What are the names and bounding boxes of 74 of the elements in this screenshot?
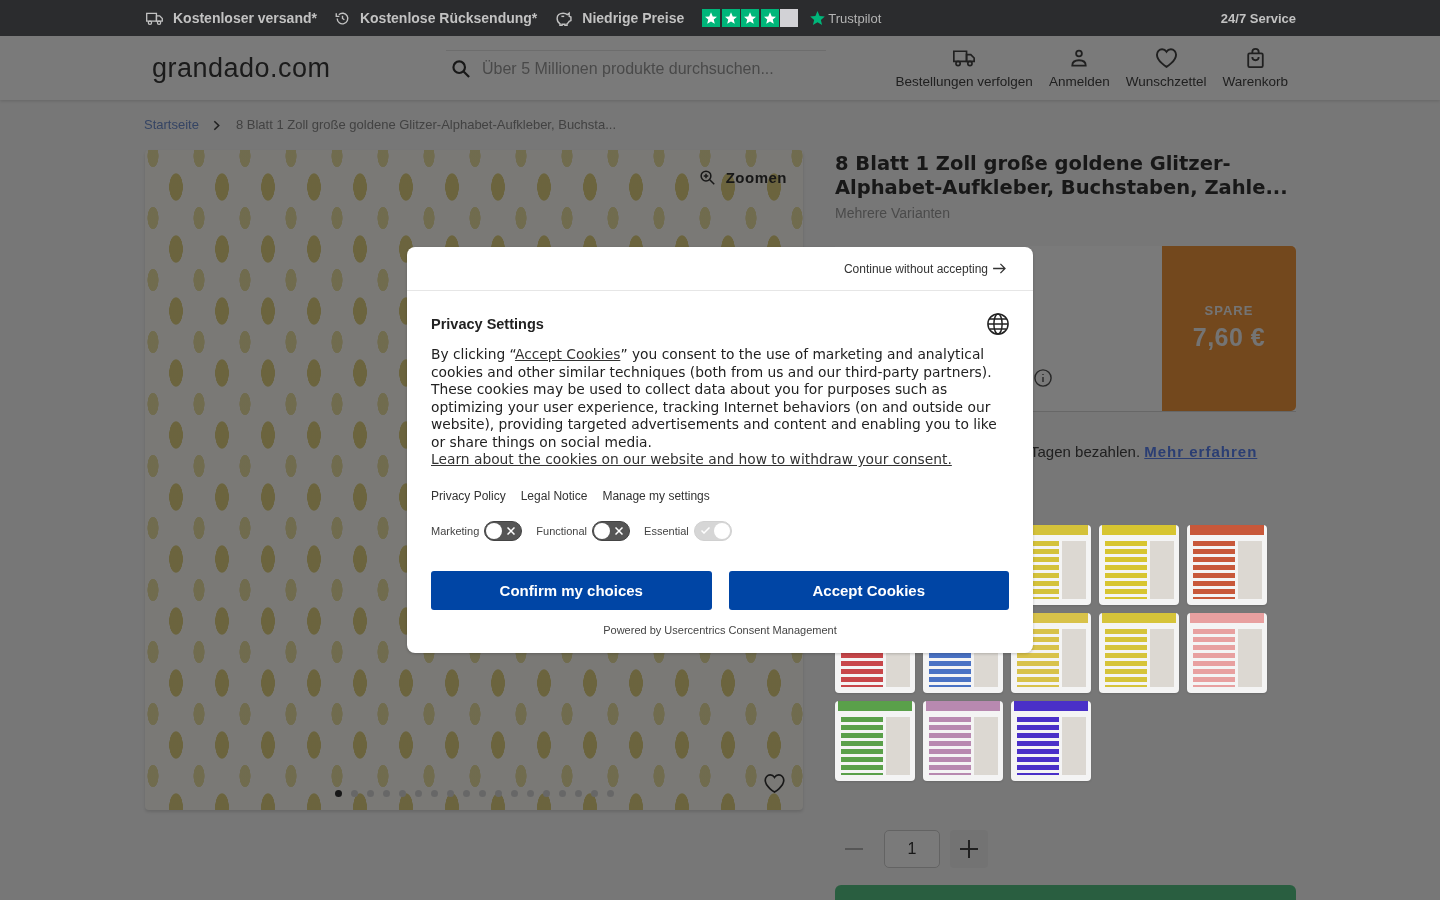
perk-label: Kostenlose Rücksendung* [359, 10, 538, 26]
clock-arrow-icon [334, 10, 350, 26]
carousel-dot-icon[interactable] [350, 790, 358, 797]
shopping-bag-icon [1246, 47, 1264, 68]
star-icon [810, 11, 826, 25]
track-orders-link[interactable]: Bestellungen verfolgen [887, 47, 1041, 89]
toggle-switch[interactable] [484, 520, 523, 541]
rating-star-icon [702, 9, 721, 27]
variant-thumbnail[interactable] [1011, 701, 1091, 781]
toggle-label: Essential [644, 524, 689, 537]
perk-label: Niedrige Preise [582, 10, 685, 26]
zoom-button[interactable]: Zoomen [699, 167, 787, 188]
cart-link[interactable]: Warenkorb [1214, 47, 1296, 89]
login-link[interactable]: Anmelden [1040, 47, 1118, 89]
piggy-bank-icon [555, 10, 573, 26]
perk-label: Kostenloser versand* [173, 10, 317, 26]
variant-thumbnail[interactable] [835, 701, 915, 781]
chevron-right-icon [212, 119, 220, 131]
heart-icon [1155, 47, 1177, 68]
dialog-link[interactable]: Legal Notice [520, 488, 588, 503]
check-icon [700, 527, 710, 534]
quantity-field[interactable]: 1 [884, 830, 940, 868]
saving-amount: 7,60 € [1192, 322, 1266, 351]
trustpilot-label: Trustpilot [828, 10, 882, 26]
heart-icon[interactable] [764, 774, 785, 793]
dialog-title: Privacy Settings [431, 316, 544, 332]
info-icon[interactable] [1034, 369, 1052, 387]
consent-button[interactable]: Accept Cookies [728, 570, 1009, 610]
cross-icon [615, 526, 624, 535]
product-title: 8 Blatt 1 Zoll große goldene Glitzer-Alphabet-Aufkleber, Buchstaben, Zahle... [835, 152, 1289, 200]
minus-icon [845, 848, 863, 850]
logo[interactable]: grandado.com [152, 52, 331, 84]
variant-thumbnail[interactable] [1187, 613, 1267, 693]
carousel-dot-icon[interactable] [334, 790, 342, 797]
person-icon [1070, 47, 1089, 68]
consent-text: By clicking “Accept Cookies” you consent to the use of marketing and analytical cookies and other similar techniques (both from us and our third-party partners). These cookies may be used to collect data about you for purposes such as optimizing your user experience, tracking Internet behaviors (on and outside our website), providing targeted advertisements and content and enabling you to like or share things on social media. Learn about the cookies on our website and how to withdraw your consent. [431, 346, 998, 469]
learn-more-link[interactable]: Mehr erfahren [1144, 443, 1258, 460]
toggle-switch[interactable] [592, 520, 631, 541]
carousel-dot-icon[interactable] [398, 790, 406, 797]
dialog-link[interactable]: Privacy Policy [431, 488, 506, 503]
truck-icon [953, 47, 976, 68]
dialog-link[interactable]: Manage my settings [602, 488, 710, 503]
wishlist-link[interactable]: Wunschzettel [1117, 47, 1215, 89]
breadcrumb-link[interactable]: Startseite [144, 116, 199, 134]
consent-link[interactable]: Learn about the cookies on our website and how to withdraw your consent. [431, 451, 952, 467]
globe-icon[interactable] [987, 313, 1009, 335]
toggle-label: Marketing [431, 524, 480, 537]
variant-thumbnail[interactable] [1099, 613, 1179, 693]
saving-label: SPARE [1204, 302, 1254, 319]
consent-link[interactable]: Accept Cookies [514, 346, 621, 362]
zoom-icon [699, 170, 715, 185]
variant-thumbnail[interactable] [1099, 525, 1179, 605]
carousel-dot-icon[interactable] [366, 790, 374, 797]
arrow-right-icon [993, 263, 1006, 274]
carousel-dot-icon[interactable] [542, 790, 550, 797]
toggle-label: Functional [536, 524, 588, 537]
consent-button[interactable]: Confirm my choices [431, 570, 712, 610]
truck-icon [146, 11, 163, 25]
search-icon [452, 59, 470, 78]
cross-icon [507, 526, 516, 535]
powered-by-text: Powered by Usercentrics Consent Management [602, 623, 838, 637]
action-button[interactable] [835, 885, 1296, 900]
plus-icon [960, 840, 978, 858]
variant-thumbnail[interactable] [923, 701, 1003, 781]
variant-thumbnail[interactable] [1187, 525, 1267, 605]
rating-star-icon [760, 9, 779, 27]
rating-star-icon [721, 9, 740, 27]
carousel-dot-icon[interactable] [494, 790, 502, 797]
continue-link[interactable]: Continue without accepting [843, 261, 1006, 276]
service-link[interactable]: 24/7 Service [1220, 10, 1296, 26]
carousel-dot-icon[interactable] [446, 790, 454, 797]
rating-star-icon [741, 9, 760, 27]
increase-button[interactable] [950, 830, 988, 868]
carousel-dot-icon[interactable] [590, 790, 598, 797]
